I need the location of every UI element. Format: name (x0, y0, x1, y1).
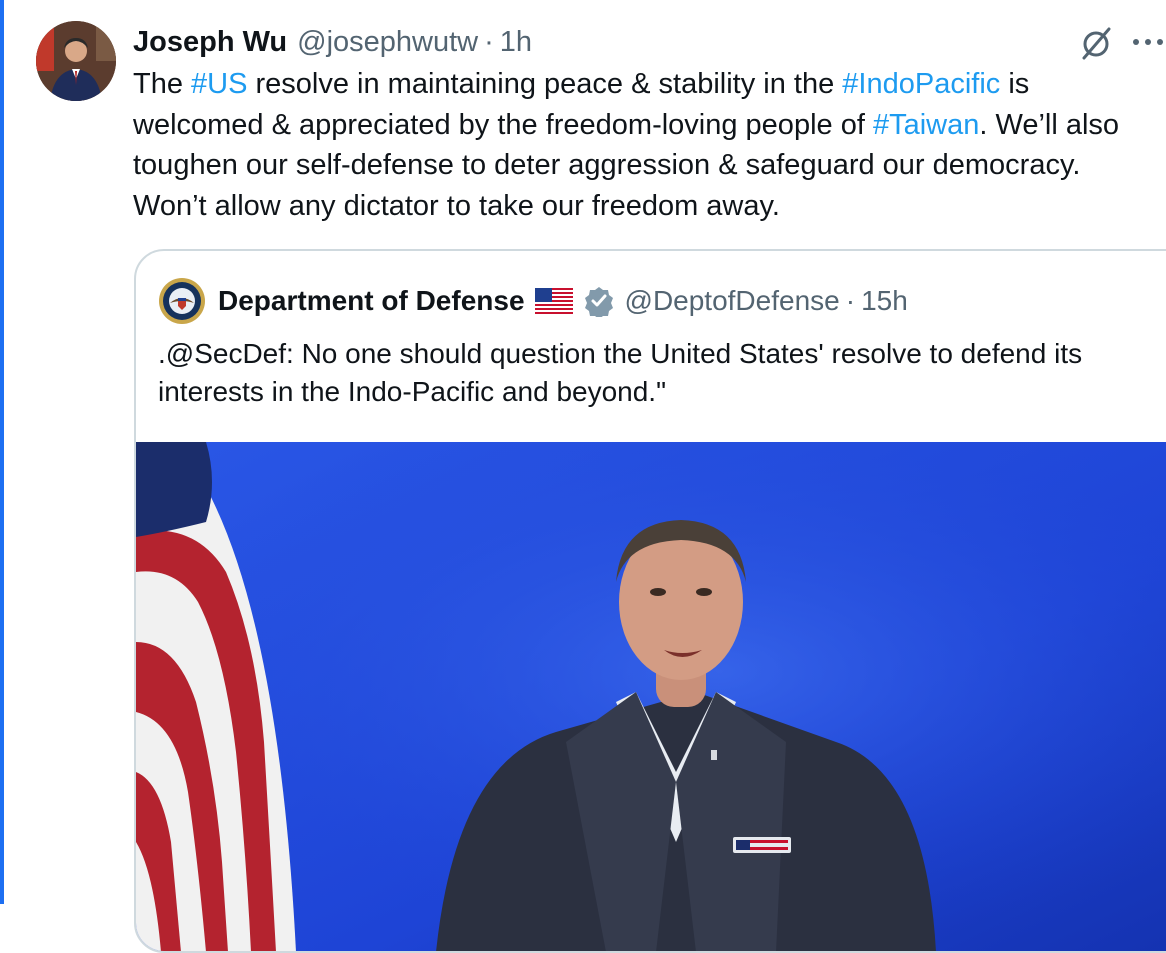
quoted-tweet-media[interactable] (136, 442, 1166, 951)
verified-badge-icon[interactable] (583, 285, 615, 317)
quoted-meta-separator: · (845, 285, 856, 316)
quoted-tweet-timestamp[interactable]: 15h (861, 285, 908, 317)
author-handle[interactable]: @josephwutw (297, 26, 478, 59)
tweet-timestamp[interactable]: 1h (500, 26, 532, 59)
us-flag-icon (534, 288, 573, 314)
quoted-author-handle[interactable]: @DeptofDefense (625, 285, 840, 317)
author-name[interactable]: Joseph Wu (133, 26, 287, 59)
grok-slash-circle-icon[interactable] (1078, 25, 1114, 61)
hashtag-us[interactable]: #US (191, 68, 247, 100)
tweet-text-segment: The (133, 68, 192, 100)
author-avatar[interactable] (36, 21, 116, 101)
hashtag-taiwan[interactable]: #Taiwan (873, 109, 979, 141)
quoted-tweet-text: .@SecDef: No one should question the Uni… (158, 338, 1083, 407)
more-dots-icon[interactable] (1130, 30, 1166, 54)
thread-accent-bar (0, 0, 4, 904)
meta-separator: · (484, 25, 494, 58)
tweet-text: The #US resolve in maintaining peace & s… (133, 64, 1153, 226)
hashtag-indopacific[interactable]: #IndoPacific (842, 68, 1000, 100)
dod-seal-icon[interactable] (158, 277, 206, 325)
quoted-tweet-card[interactable]: Department of Defense @DeptofDefense · 1… (134, 249, 1166, 953)
quoted-tweet-header: Department of Defense @DeptofDefense · 1… (158, 278, 908, 324)
tweet-header: Joseph Wu @josephwutw · 1h (133, 22, 532, 62)
quoted-author-name[interactable]: Department of Defense (218, 285, 525, 317)
tweet-text-segment: resolve in maintaining peace & stability… (247, 68, 843, 100)
